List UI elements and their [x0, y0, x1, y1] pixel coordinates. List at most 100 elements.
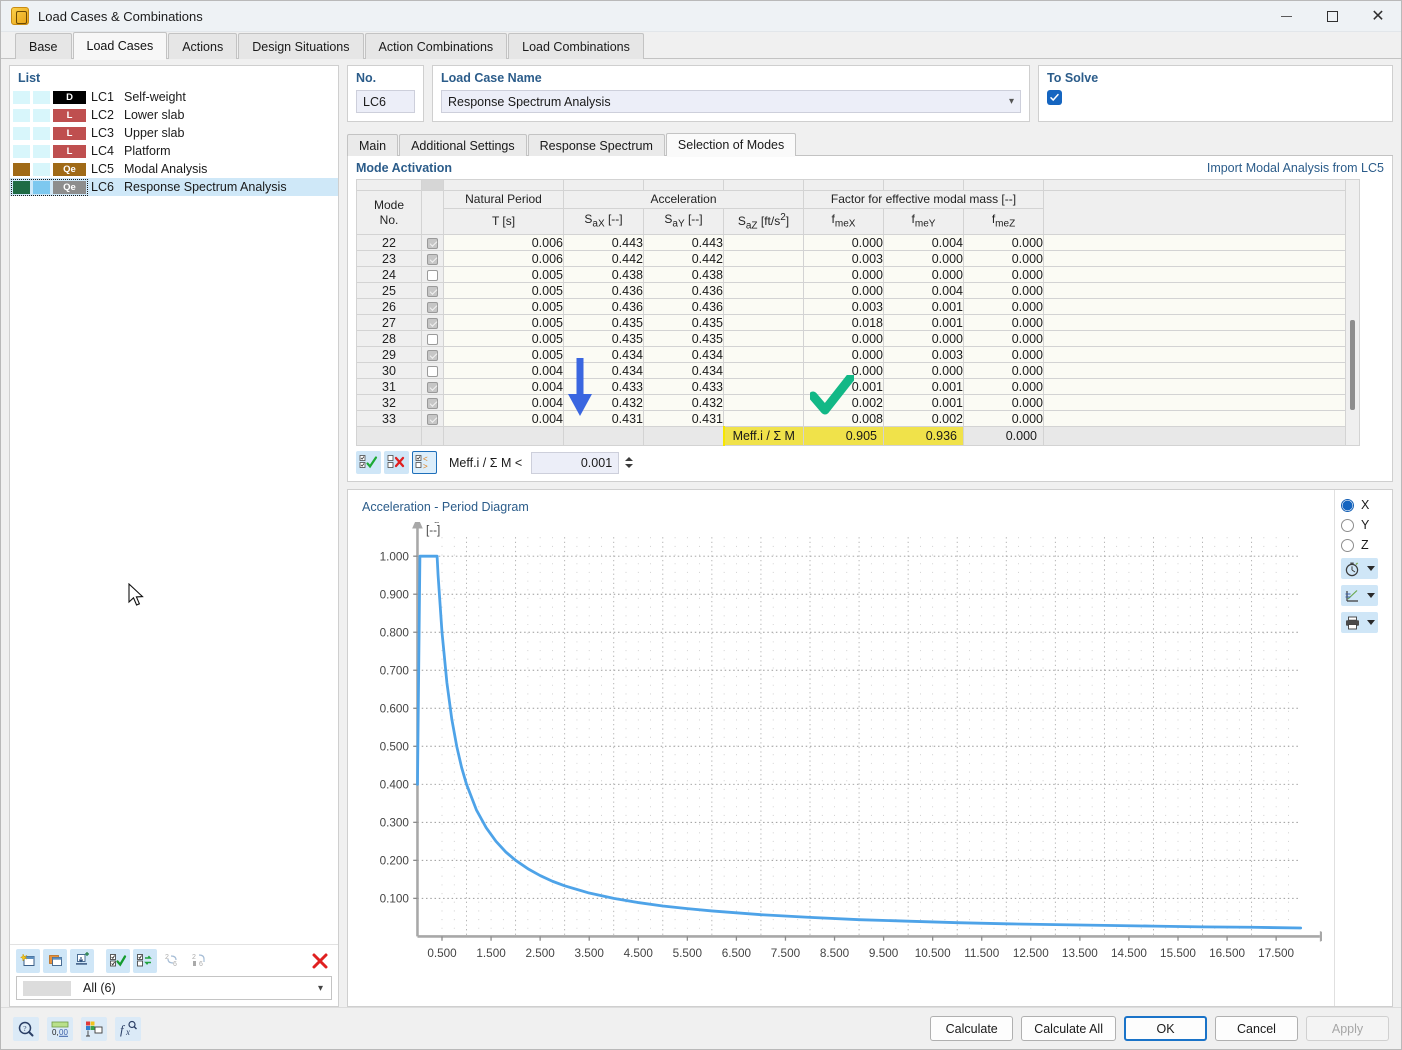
chart-print-button[interactable] [1341, 612, 1378, 633]
col-natural-period-group[interactable]: Natural Period [444, 191, 564, 209]
color-swatch[interactable] [13, 145, 30, 158]
cell-say[interactable]: 0.438 [644, 267, 724, 283]
cell-saz[interactable] [724, 251, 804, 267]
cell-say[interactable]: 0.436 [644, 283, 724, 299]
cell-fmey[interactable]: 0.001 [884, 395, 964, 411]
filter-cell[interactable] [724, 180, 804, 191]
mode-checkbox[interactable] [427, 238, 438, 249]
table-row[interactable]: 290.0050.4340.4340.0000.0030.000 [357, 347, 1346, 363]
cell-natural-period[interactable]: 0.005 [444, 315, 564, 331]
cell-fmey[interactable]: 0.000 [884, 251, 964, 267]
to-solve-checkbox[interactable] [1047, 90, 1062, 105]
col-mode-no[interactable]: ModeNo. [357, 191, 422, 235]
cell-sax[interactable]: 0.436 [564, 299, 644, 315]
formula-button[interactable]: f x [115, 1017, 141, 1041]
filter-cell[interactable] [804, 180, 884, 191]
tab-load-combinations[interactable]: Load Combinations [508, 33, 644, 59]
decimal-places-button[interactable]: 0, 00 [47, 1017, 73, 1041]
mode-checkbox[interactable] [427, 318, 438, 329]
chevron-down-icon[interactable] [1367, 566, 1375, 571]
cell-fmey[interactable]: 0.001 [884, 315, 964, 331]
cell-fmez[interactable]: 0.000 [964, 379, 1044, 395]
cell-fmey[interactable]: 0.004 [884, 283, 964, 299]
cell-saz[interactable] [724, 283, 804, 299]
cell-fmex[interactable]: 0.008 [804, 411, 884, 427]
cell-fmey[interactable]: 0.000 [884, 363, 964, 379]
calculate-button[interactable]: Calculate [930, 1016, 1013, 1041]
cell-say[interactable]: 0.433 [644, 379, 724, 395]
cell-mode-active[interactable] [422, 363, 444, 379]
table-row[interactable]: 300.0040.4340.4340.0000.0000.000 [357, 363, 1346, 379]
chevron-down-icon[interactable] [1367, 593, 1375, 598]
table-row[interactable]: 280.0050.4350.4350.0000.0000.000 [357, 331, 1346, 347]
cell-fmey[interactable]: 0.003 [884, 347, 964, 363]
table-vertical-scrollbar[interactable] [1346, 179, 1360, 446]
cell-saz[interactable] [724, 299, 804, 315]
cell-fmex[interactable]: 0.003 [804, 251, 884, 267]
color-swatch[interactable] [13, 181, 30, 194]
tab-selection-of-modes[interactable]: Selection of Modes [666, 133, 796, 156]
filter-cell[interactable] [564, 180, 644, 191]
cell-mode-active[interactable] [422, 235, 444, 251]
color-swatch[interactable] [33, 181, 50, 194]
list-item[interactable]: LLC2Lower slab [10, 106, 338, 124]
cell-say[interactable]: 0.435 [644, 331, 724, 347]
table-row[interactable]: 330.0040.4310.4310.0080.0020.000 [357, 411, 1346, 427]
cell-saz[interactable] [724, 331, 804, 347]
table-row[interactable]: 230.0060.4420.4420.0030.0000.000 [357, 251, 1346, 267]
cell-fmez[interactable]: 0.000 [964, 315, 1044, 331]
table-row[interactable]: 260.0050.4360.4360.0030.0010.000 [357, 299, 1346, 315]
radio-direction-x[interactable]: X [1341, 498, 1392, 512]
col-acceleration-group[interactable]: Acceleration [564, 191, 804, 209]
cell-fmex[interactable]: 0.000 [804, 283, 884, 299]
cell-fmez[interactable]: 0.000 [964, 363, 1044, 379]
radio-icon[interactable] [1341, 539, 1354, 552]
cell-fmez[interactable]: 0.000 [964, 251, 1044, 267]
cell-fmex[interactable]: 0.002 [804, 395, 884, 411]
chevron-down-icon[interactable]: ▾ [1009, 96, 1014, 107]
cell-natural-period[interactable]: 0.004 [444, 411, 564, 427]
tab-action-combinations[interactable]: Action Combinations [365, 33, 508, 59]
cell-saz[interactable] [724, 235, 804, 251]
cell-sax[interactable]: 0.438 [564, 267, 644, 283]
cell-mode-active[interactable] [422, 379, 444, 395]
sort-button[interactable]: 2 6 [187, 949, 211, 973]
cell-natural-period[interactable]: 0.006 [444, 251, 564, 267]
check-all-modes-button[interactable] [356, 451, 381, 474]
color-swatch[interactable] [13, 163, 30, 176]
ok-button[interactable]: OK [1124, 1016, 1207, 1041]
col-say[interactable]: SaY [--] [644, 209, 724, 235]
copy-load-case-button[interactable] [43, 949, 67, 973]
cell-fmex[interactable]: 0.003 [804, 299, 884, 315]
cell-mode-active[interactable] [422, 315, 444, 331]
cell-sax[interactable]: 0.432 [564, 395, 644, 411]
cell-mode-active[interactable] [422, 283, 444, 299]
color-swatch[interactable] [33, 109, 50, 122]
cell-natural-period[interactable]: 0.006 [444, 235, 564, 251]
mode-checkbox[interactable] [427, 382, 438, 393]
mode-checkbox[interactable] [427, 286, 438, 297]
cell-fmex[interactable]: 0.001 [804, 379, 884, 395]
color-swatch[interactable] [33, 91, 50, 104]
tab-additional-settings[interactable]: Additional Settings [399, 134, 527, 156]
cell-fmex[interactable]: 0.000 [804, 267, 884, 283]
cell-say[interactable]: 0.432 [644, 395, 724, 411]
col-factor-mass-group[interactable]: Factor for effective modal mass [--] [804, 191, 1044, 209]
cell-mode-active[interactable] [422, 347, 444, 363]
cell-sax[interactable]: 0.433 [564, 379, 644, 395]
cell-say[interactable]: 0.431 [644, 411, 724, 427]
cell-fmex[interactable]: 0.018 [804, 315, 884, 331]
color-swatch[interactable] [13, 109, 30, 122]
minimize-button[interactable] [1263, 1, 1309, 32]
cell-fmey[interactable]: 0.000 [884, 331, 964, 347]
cell-saz[interactable] [724, 347, 804, 363]
apply-button[interactable]: Apply [1306, 1016, 1389, 1041]
cell-saz[interactable] [724, 315, 804, 331]
radio-direction-y[interactable]: Y [1341, 518, 1392, 532]
renumber-button[interactable]: 2 6 [160, 949, 184, 973]
cell-fmex[interactable]: 0.000 [804, 235, 884, 251]
cell-saz[interactable] [724, 411, 804, 427]
cell-mode-active[interactable] [422, 331, 444, 347]
color-swatch[interactable] [13, 91, 30, 104]
cell-natural-period[interactable]: 0.004 [444, 379, 564, 395]
